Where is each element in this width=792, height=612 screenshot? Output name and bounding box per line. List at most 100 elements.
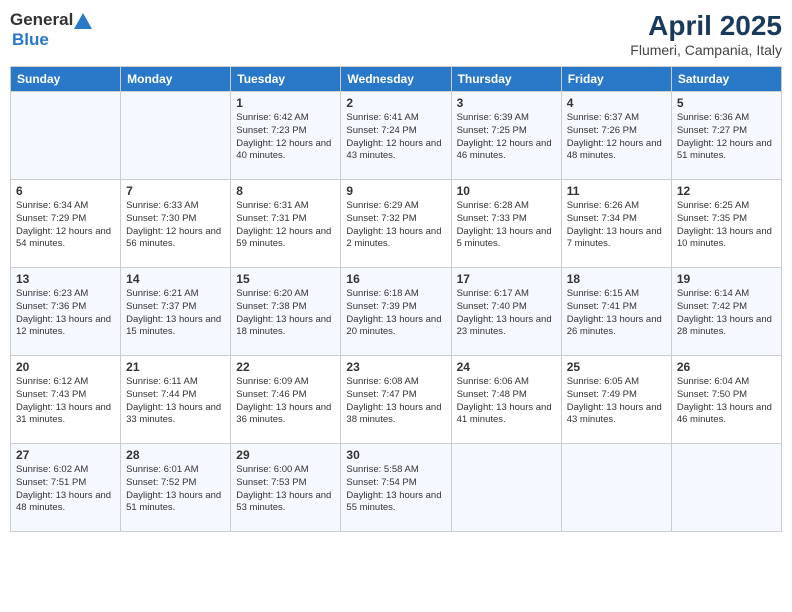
day-number: 22	[236, 360, 335, 374]
cell-info: Sunrise: 6:31 AM Sunset: 7:31 PM Dayligh…	[236, 200, 335, 251]
cell-info: Sunrise: 6:08 AM Sunset: 7:47 PM Dayligh…	[346, 376, 445, 427]
cell-info: Sunrise: 6:15 AM Sunset: 7:41 PM Dayligh…	[567, 288, 666, 339]
header: General Blue April 2025 Flumeri, Campani…	[10, 10, 782, 58]
calendar-cell: 1 Sunrise: 6:42 AM Sunset: 7:23 PM Daylig…	[231, 92, 341, 180]
cell-info: Sunrise: 6:26 AM Sunset: 7:34 PM Dayligh…	[567, 200, 666, 251]
calendar-week-1: 1 Sunrise: 6:42 AM Sunset: 7:23 PM Daylig…	[11, 92, 782, 180]
day-number: 21	[126, 360, 225, 374]
calendar-cell	[451, 444, 561, 532]
day-number: 30	[346, 448, 445, 462]
day-number: 8	[236, 184, 335, 198]
day-number: 6	[16, 184, 115, 198]
day-number: 14	[126, 272, 225, 286]
day-number: 23	[346, 360, 445, 374]
col-thursday: Thursday	[451, 67, 561, 92]
calendar-cell: 30 Sunrise: 5:58 AM Sunset: 7:54 PM Dayli…	[341, 444, 451, 532]
calendar-cell: 14 Sunrise: 6:21 AM Sunset: 7:37 PM Dayli…	[121, 268, 231, 356]
calendar-cell: 19 Sunrise: 6:14 AM Sunset: 7:42 PM Dayli…	[671, 268, 781, 356]
col-saturday: Saturday	[671, 67, 781, 92]
day-number: 9	[346, 184, 445, 198]
col-sunday: Sunday	[11, 67, 121, 92]
calendar-cell: 9 Sunrise: 6:29 AM Sunset: 7:32 PM Daylig…	[341, 180, 451, 268]
day-number: 7	[126, 184, 225, 198]
col-wednesday: Wednesday	[341, 67, 451, 92]
cell-info: Sunrise: 6:21 AM Sunset: 7:37 PM Dayligh…	[126, 288, 225, 339]
cell-info: Sunrise: 6:29 AM Sunset: 7:32 PM Dayligh…	[346, 200, 445, 251]
col-monday: Monday	[121, 67, 231, 92]
day-number: 3	[457, 96, 556, 110]
day-number: 25	[567, 360, 666, 374]
day-number: 28	[126, 448, 225, 462]
cell-info: Sunrise: 6:37 AM Sunset: 7:26 PM Dayligh…	[567, 112, 666, 163]
col-friday: Friday	[561, 67, 671, 92]
calendar-cell	[671, 444, 781, 532]
cell-info: Sunrise: 6:42 AM Sunset: 7:23 PM Dayligh…	[236, 112, 335, 163]
cell-info: Sunrise: 6:23 AM Sunset: 7:36 PM Dayligh…	[16, 288, 115, 339]
calendar-cell: 2Sunrise: 6:41 AM Sunset: 7:24 PM Daylig…	[341, 92, 451, 180]
day-number: 26	[677, 360, 776, 374]
logo-icon	[74, 13, 92, 29]
calendar-cell: 18Sunrise: 6:15 AM Sunset: 7:41 PM Dayli…	[561, 268, 671, 356]
calendar-table: Sunday Monday Tuesday Wednesday Thursday…	[10, 66, 782, 532]
day-number: 20	[16, 360, 115, 374]
day-number: 12	[677, 184, 776, 198]
day-number: 17	[457, 272, 556, 286]
calendar-cell: 16Sunrise: 6:18 AM Sunset: 7:39 PM Dayli…	[341, 268, 451, 356]
logo-general: General	[10, 10, 73, 29]
day-number: 10	[457, 184, 556, 198]
cell-info: Sunrise: 6:17 AM Sunset: 7:40 PM Dayligh…	[457, 288, 556, 339]
calendar-cell: 17 Sunrise: 6:17 AM Sunset: 7:40 PM Dayli…	[451, 268, 561, 356]
calendar-cell: 27Sunrise: 6:02 AM Sunset: 7:51 PM Dayli…	[11, 444, 121, 532]
calendar-cell: 28Sunrise: 6:01 AM Sunset: 7:52 PM Dayli…	[121, 444, 231, 532]
cell-info: Sunrise: 6:12 AM Sunset: 7:43 PM Dayligh…	[16, 376, 115, 427]
page: General Blue April 2025 Flumeri, Campani…	[0, 0, 792, 612]
cell-info: Sunrise: 6:41 AM Sunset: 7:24 PM Dayligh…	[346, 112, 445, 163]
logo: General Blue	[10, 10, 93, 50]
calendar-cell: 12 Sunrise: 6:25 AM Sunset: 7:35 PM Dayli…	[671, 180, 781, 268]
cell-info: Sunrise: 6:33 AM Sunset: 7:30 PM Dayligh…	[126, 200, 225, 251]
day-number: 4	[567, 96, 666, 110]
title-area: April 2025 Flumeri, Campania, Italy	[630, 10, 782, 58]
cell-info: Sunrise: 6:25 AM Sunset: 7:35 PM Dayligh…	[677, 200, 776, 251]
cell-info: Sunrise: 5:58 AM Sunset: 7:54 PM Dayligh…	[346, 464, 445, 515]
location: Flumeri, Campania, Italy	[630, 42, 782, 58]
calendar-body: 1 Sunrise: 6:42 AM Sunset: 7:23 PM Daylig…	[11, 92, 782, 532]
header-row: Sunday Monday Tuesday Wednesday Thursday…	[11, 67, 782, 92]
cell-info: Sunrise: 6:06 AM Sunset: 7:48 PM Dayligh…	[457, 376, 556, 427]
cell-info: Sunrise: 6:09 AM Sunset: 7:46 PM Dayligh…	[236, 376, 335, 427]
calendar-cell	[121, 92, 231, 180]
day-number: 5	[677, 96, 776, 110]
cell-info: Sunrise: 6:34 AM Sunset: 7:29 PM Dayligh…	[16, 200, 115, 251]
cell-info: Sunrise: 6:02 AM Sunset: 7:51 PM Dayligh…	[16, 464, 115, 515]
logo-blue: Blue	[12, 30, 49, 49]
cell-info: Sunrise: 6:00 AM Sunset: 7:53 PM Dayligh…	[236, 464, 335, 515]
cell-info: Sunrise: 6:14 AM Sunset: 7:42 PM Dayligh…	[677, 288, 776, 339]
cell-info: Sunrise: 6:28 AM Sunset: 7:33 PM Dayligh…	[457, 200, 556, 251]
day-number: 11	[567, 184, 666, 198]
day-number: 16	[346, 272, 445, 286]
day-number: 1	[236, 96, 335, 110]
day-number: 24	[457, 360, 556, 374]
calendar-cell: 15Sunrise: 6:20 AM Sunset: 7:38 PM Dayli…	[231, 268, 341, 356]
calendar-week-5: 27Sunrise: 6:02 AM Sunset: 7:51 PM Dayli…	[11, 444, 782, 532]
calendar-cell: 4 Sunrise: 6:37 AM Sunset: 7:26 PM Daylig…	[561, 92, 671, 180]
calendar-cell: 24 Sunrise: 6:06 AM Sunset: 7:48 PM Dayli…	[451, 356, 561, 444]
calendar-cell: 7 Sunrise: 6:33 AM Sunset: 7:30 PM Daylig…	[121, 180, 231, 268]
calendar-cell: 21Sunrise: 6:11 AM Sunset: 7:44 PM Dayli…	[121, 356, 231, 444]
calendar-cell: 8 Sunrise: 6:31 AM Sunset: 7:31 PM Daylig…	[231, 180, 341, 268]
calendar-week-2: 6 Sunrise: 6:34 AM Sunset: 7:29 PM Daylig…	[11, 180, 782, 268]
day-number: 19	[677, 272, 776, 286]
cell-info: Sunrise: 6:04 AM Sunset: 7:50 PM Dayligh…	[677, 376, 776, 427]
calendar-cell: 25Sunrise: 6:05 AM Sunset: 7:49 PM Dayli…	[561, 356, 671, 444]
col-tuesday: Tuesday	[231, 67, 341, 92]
day-number: 13	[16, 272, 115, 286]
cell-info: Sunrise: 6:20 AM Sunset: 7:38 PM Dayligh…	[236, 288, 335, 339]
calendar-cell: 10 Sunrise: 6:28 AM Sunset: 7:33 PM Dayli…	[451, 180, 561, 268]
logo-text: General Blue	[10, 10, 93, 50]
cell-info: Sunrise: 6:39 AM Sunset: 7:25 PM Dayligh…	[457, 112, 556, 163]
calendar-cell	[11, 92, 121, 180]
calendar-cell: 13 Sunrise: 6:23 AM Sunset: 7:36 PM Dayli…	[11, 268, 121, 356]
calendar-cell: 5Sunrise: 6:36 AM Sunset: 7:27 PM Daylig…	[671, 92, 781, 180]
calendar-cell: 26 Sunrise: 6:04 AM Sunset: 7:50 PM Dayli…	[671, 356, 781, 444]
calendar-cell: 6 Sunrise: 6:34 AM Sunset: 7:29 PM Daylig…	[11, 180, 121, 268]
